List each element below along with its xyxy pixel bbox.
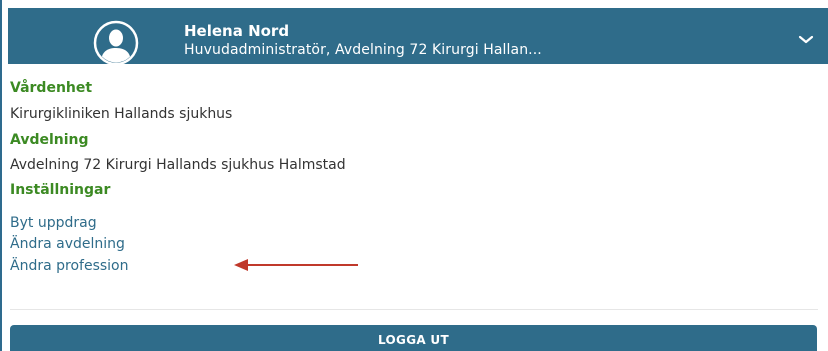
- installningar-label: Inställningar: [10, 182, 111, 198]
- avdelning-value: Avdelning 72 Kirurgi Hallands sjukhus Ha…: [10, 157, 346, 173]
- dropdown-pointer: [793, 64, 815, 72]
- user-header[interactable]: Helena Nord Huvudadministratör, Avdelnin…: [8, 8, 828, 72]
- user-menu-panel: Helena Nord Huvudadministratör, Avdelnin…: [0, 0, 828, 351]
- user-role: Huvudadministratör, Avdelning 72 Kirurgi…: [184, 42, 542, 58]
- andra-avdelning-link[interactable]: Ändra avdelning: [10, 236, 125, 252]
- vardenhet-value: Kirurgikliniken Hallands sjukhus: [10, 106, 233, 122]
- panel-border: [0, 0, 2, 351]
- user-name: Helena Nord: [184, 22, 290, 40]
- andra-profession-link[interactable]: Ändra profession: [10, 258, 128, 274]
- logout-button[interactable]: LOGGA UT: [10, 325, 817, 351]
- chevron-down-icon[interactable]: [798, 35, 814, 45]
- avdelning-label: Avdelning: [10, 132, 89, 148]
- byt-uppdrag-link[interactable]: Byt uppdrag: [10, 215, 97, 231]
- vardenhet-label: Vårdenhet: [10, 80, 93, 96]
- left-arrow-annotation-icon: [234, 259, 358, 271]
- divider: [10, 309, 818, 310]
- user-avatar-icon: [93, 20, 139, 66]
